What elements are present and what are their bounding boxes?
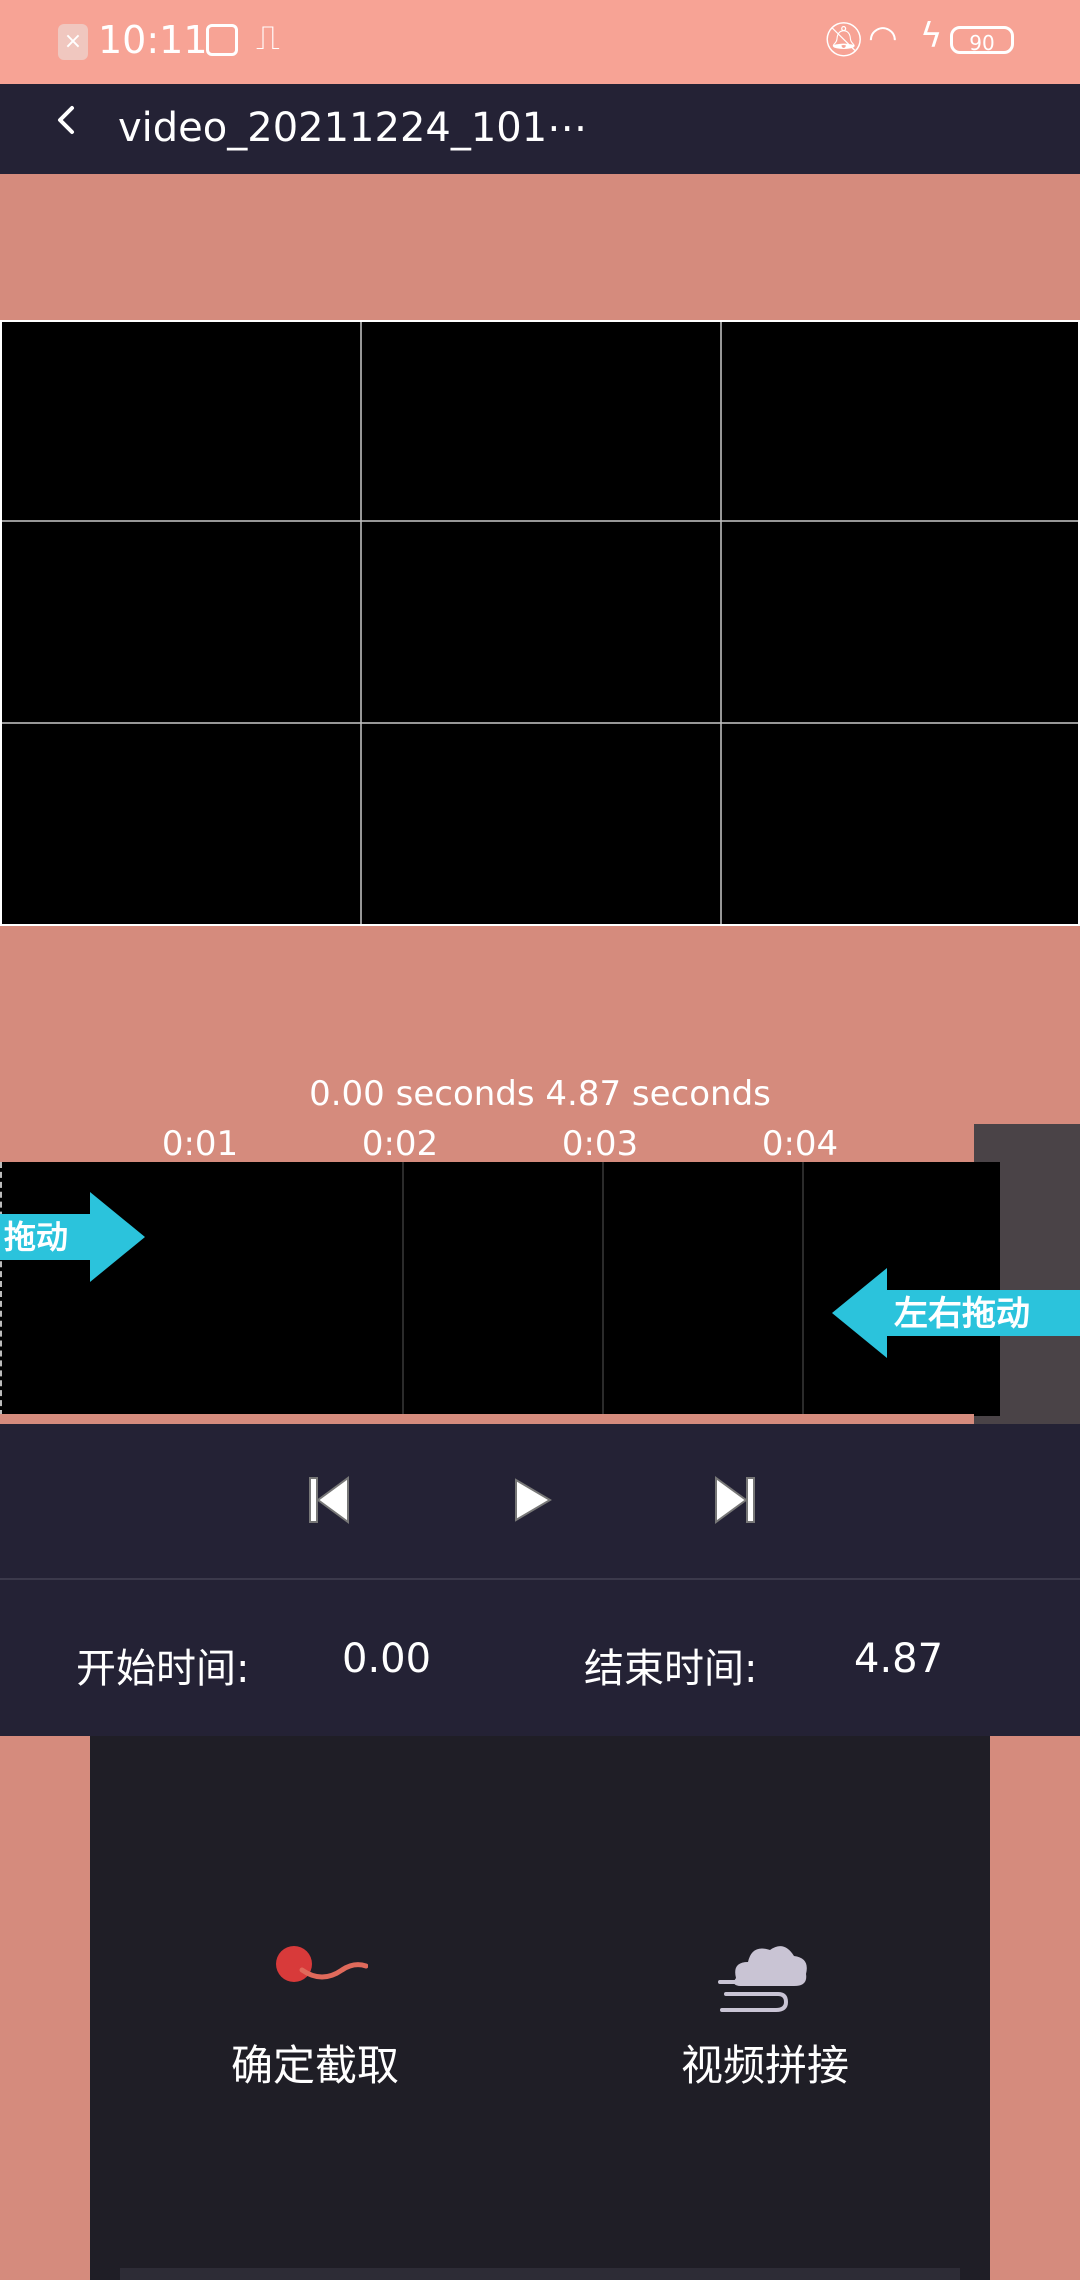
timeline-tick: 0:01 [161, 1124, 239, 1164]
time-range-label: 0.00 seconds 4.87 seconds [309, 1074, 771, 1114]
crop-grid-line [2, 520, 1078, 522]
start-time-label: 开始时间: [76, 1646, 250, 1692]
end-time-label: 结束时间: [584, 1646, 758, 1692]
app-notification-icon: × [58, 24, 88, 60]
timeline-bottom-bar [0, 1414, 974, 1424]
drag-left-text: 拖动 [4, 1218, 68, 1256]
charging-icon: ϟ [920, 16, 943, 56]
timeline-tick: 0:03 [561, 1124, 639, 1164]
back-arrow-icon[interactable] [48, 100, 88, 140]
wifi-icon: ◠ [868, 18, 898, 58]
crop-grid-line [2, 722, 1078, 724]
page-title: video_20211224_101⋯ [118, 105, 588, 151]
confirm-cut-icon[interactable] [262, 1940, 368, 1990]
timeline-tick: 0:02 [361, 1124, 439, 1164]
bottom-strip [120, 2268, 960, 2280]
app-icon [206, 24, 238, 56]
start-drag-handle[interactable]: 拖动 [0, 1192, 150, 1282]
video-concat-icon[interactable] [712, 1938, 812, 2018]
end-drag-handle[interactable]: 左右拖动 [832, 1268, 1080, 1358]
frame-separator [402, 1162, 404, 1416]
drag-right-text: 左右拖动 [894, 1294, 1030, 1334]
start-time-value: 0.00 [342, 1636, 432, 1682]
video-concat-button[interactable]: 视频拼接 [615, 2032, 915, 2093]
timeline-tick: 0:04 [761, 1124, 839, 1164]
crop-grid-line [720, 322, 722, 924]
crop-grid-line [360, 322, 362, 924]
video-preview[interactable] [0, 320, 1080, 926]
action-panel [90, 1736, 990, 2280]
skip-next-button[interactable] [704, 1470, 764, 1530]
frame-separator [802, 1162, 804, 1416]
battery-icon: 90 [950, 26, 1014, 55]
usb-icon: ⎍ [256, 18, 280, 58]
mute-bell-icon: 🔕︎ [822, 20, 866, 60]
frame-separator [602, 1162, 604, 1416]
skip-previous-button[interactable] [300, 1470, 360, 1530]
end-time-value: 4.87 [854, 1636, 944, 1682]
status-time: 10:11 [98, 18, 208, 62]
play-button[interactable] [502, 1470, 562, 1530]
confirm-cut-button[interactable]: 确定截取 [165, 2032, 465, 2093]
